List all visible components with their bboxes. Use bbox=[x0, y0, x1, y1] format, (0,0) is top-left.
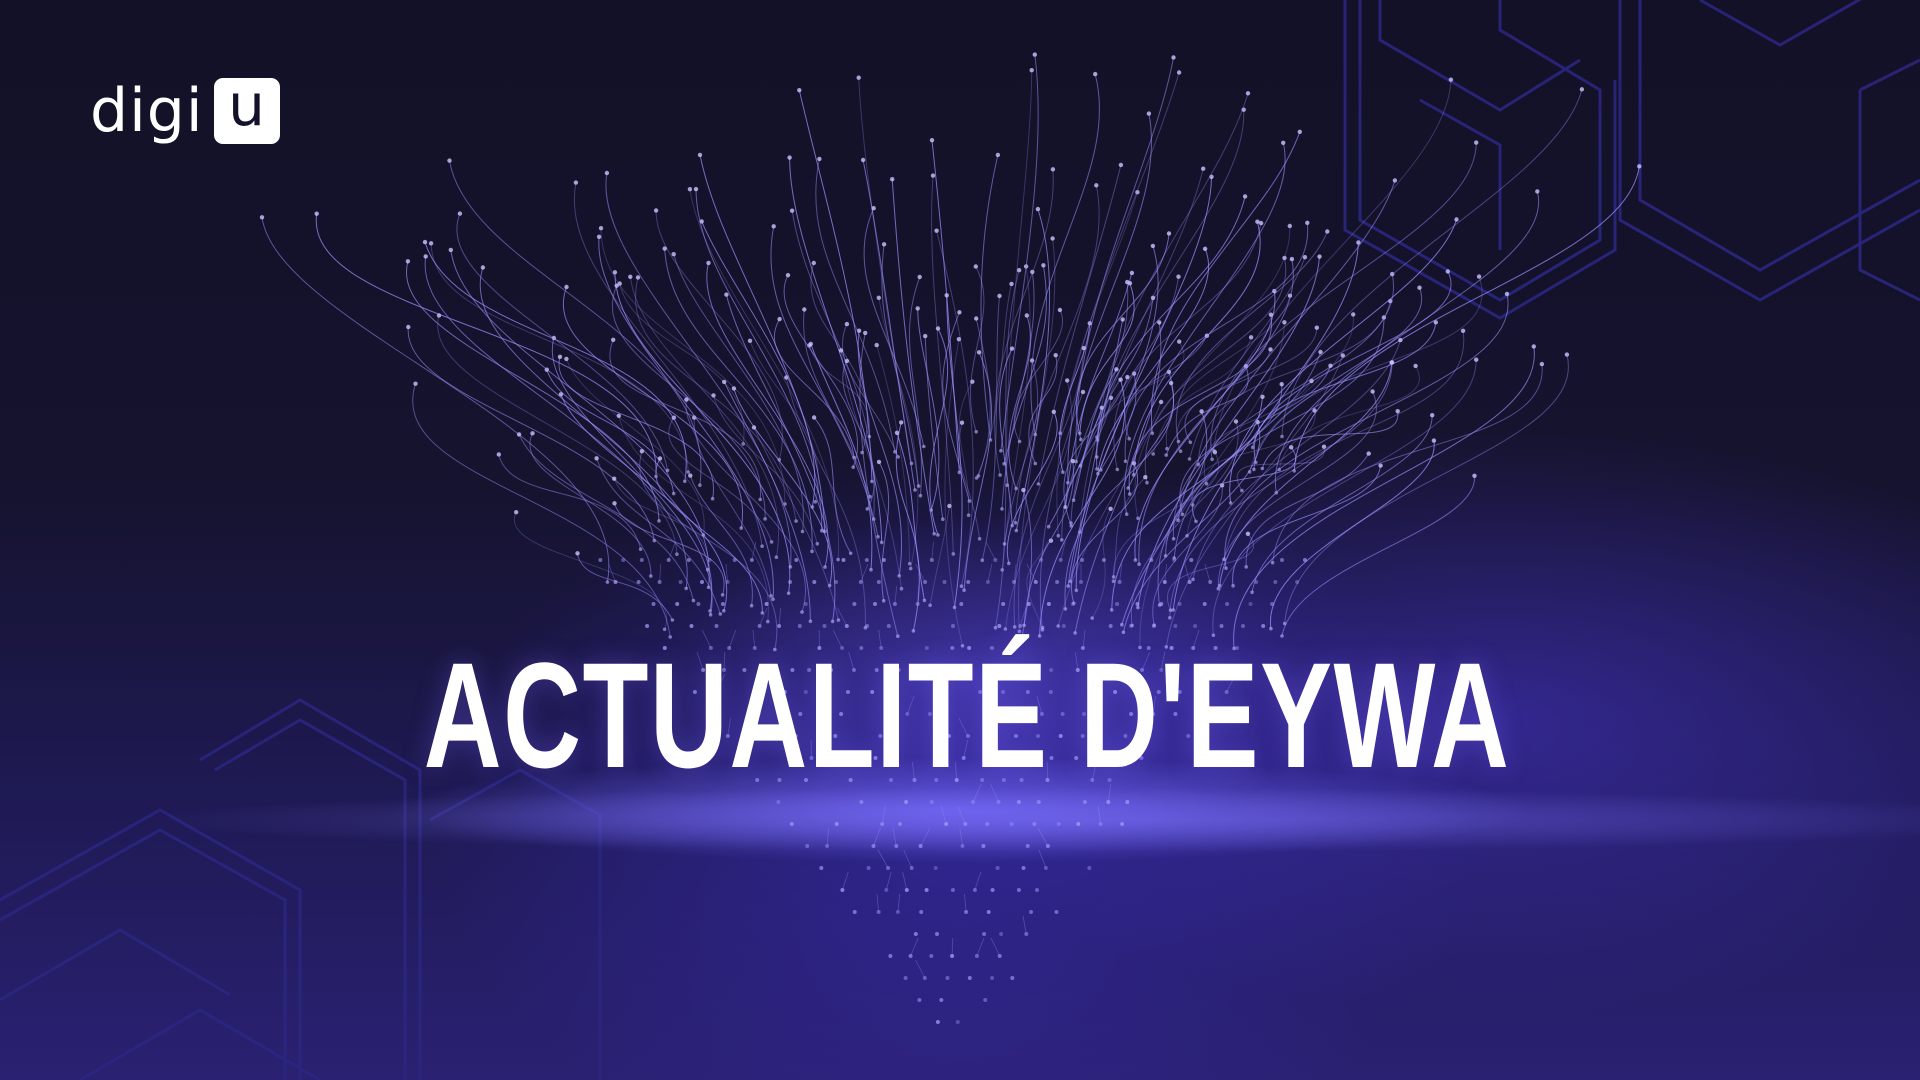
digiu-logo: digi u bbox=[90, 71, 280, 146]
logo-wordmark: digi bbox=[90, 76, 204, 146]
logo-badge: u bbox=[213, 71, 280, 144]
headline-title: ACTUALITÉ D'EYWA bbox=[423, 631, 1511, 799]
banner: digi u ACTUALITÉ D'EYWA bbox=[0, 0, 1920, 1080]
particle-network-illustration bbox=[259, 52, 1642, 1024]
logo-badge-letter: u bbox=[228, 71, 265, 139]
